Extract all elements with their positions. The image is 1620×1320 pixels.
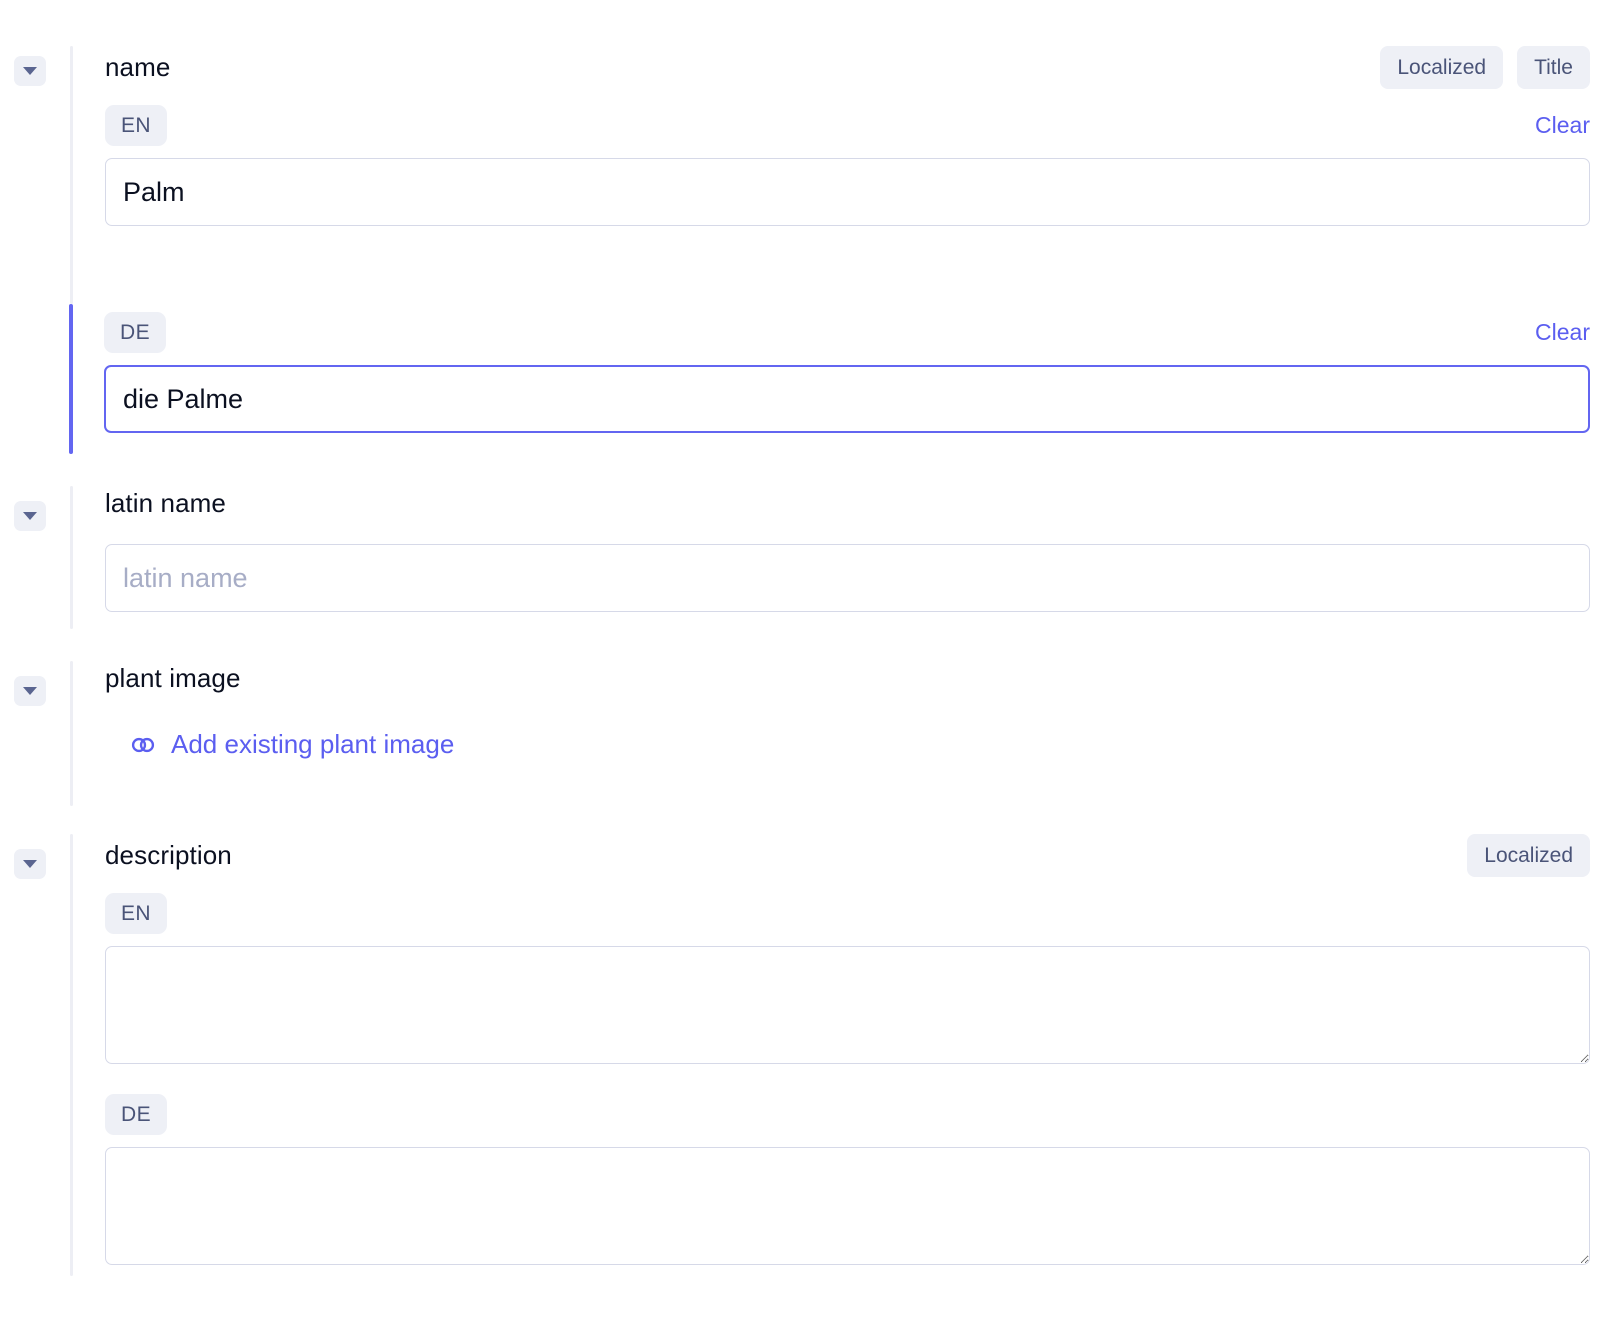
name-input-de[interactable]	[104, 365, 1590, 433]
chevron-down-icon	[23, 67, 37, 75]
locale-line-description-de: DE	[105, 1094, 1590, 1135]
locale-chip-en: EN	[105, 105, 167, 146]
field-badges-description: Localized	[1467, 834, 1590, 877]
field-latin-name: latin name	[0, 454, 1620, 629]
field-body-plant-image: plant image Add existing plant image	[73, 661, 1620, 764]
chevron-down-icon	[23, 860, 37, 868]
name-input-en[interactable]	[105, 158, 1590, 226]
content-form: name Localized Title EN Clear DE Clear	[0, 0, 1620, 1320]
clear-link-name-de[interactable]: Clear	[1535, 319, 1590, 346]
add-existing-plant-image-button[interactable]: Add existing plant image	[129, 729, 454, 760]
collapse-toggle-plant-image[interactable]	[14, 676, 46, 706]
collapse-toggle-latin-name[interactable]	[14, 501, 46, 531]
field-label-latin-name: latin name	[105, 488, 226, 519]
field-plant-image: plant image Add existing plant image	[0, 629, 1620, 806]
field-header-description: description Localized	[105, 834, 1590, 877]
field-body-name-de: DE Clear	[73, 304, 1620, 433]
locale-line-name-de: DE Clear	[104, 312, 1590, 353]
locale-chip-en: EN	[105, 893, 167, 934]
add-existing-row: Add existing plant image	[105, 729, 1590, 764]
field-body-description: description Localized EN DE	[73, 834, 1620, 1265]
field-header-plant-image: plant image	[105, 661, 1590, 695]
field-body-latin-name: latin name	[73, 486, 1620, 612]
field-header-latin-name: latin name	[105, 486, 1590, 520]
description-textarea-de[interactable]	[105, 1147, 1590, 1265]
locale-line-name-en: EN Clear	[105, 105, 1590, 146]
collapse-toggle-name[interactable]	[14, 56, 46, 86]
locale-chip-de: DE	[105, 1094, 167, 1135]
latin-name-input[interactable]	[105, 544, 1590, 612]
field-description: description Localized EN DE	[0, 806, 1620, 1276]
clear-link-name-en[interactable]: Clear	[1535, 112, 1590, 139]
link-chain-icon	[129, 731, 157, 759]
field-label-description: description	[105, 840, 232, 871]
field-header-name: name Localized Title	[105, 46, 1590, 89]
field-label-name: name	[105, 52, 170, 83]
chevron-down-icon	[23, 687, 37, 695]
chevron-down-icon	[23, 512, 37, 520]
collapse-toggle-description[interactable]	[14, 849, 46, 879]
description-textarea-en[interactable]	[105, 946, 1590, 1064]
badge-localized: Localized	[1467, 834, 1590, 877]
field-badges-name: Localized Title	[1380, 46, 1590, 89]
field-name: name Localized Title EN Clear	[0, 0, 1620, 304]
locale-chip-de: DE	[104, 312, 166, 353]
badge-title: Title	[1517, 46, 1590, 89]
field-label-plant-image: plant image	[105, 663, 241, 694]
locale-line-description-en: EN	[105, 893, 1590, 934]
field-name-de: DE Clear	[0, 304, 1620, 454]
add-existing-plant-image-label: Add existing plant image	[171, 729, 454, 760]
badge-localized: Localized	[1380, 46, 1503, 89]
field-body-name: name Localized Title EN Clear	[73, 46, 1620, 242]
